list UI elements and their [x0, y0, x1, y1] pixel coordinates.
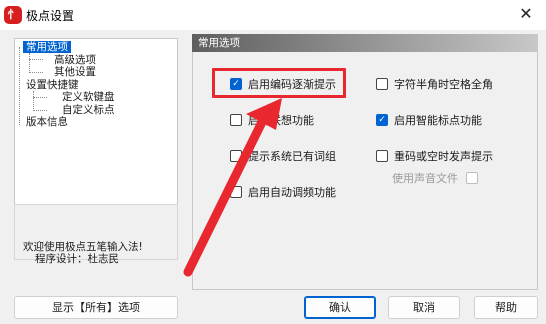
smart-punctuation-checkbox[interactable]: ✓ 启用智能标点功能 — [376, 112, 482, 128]
checkbox-icon — [230, 150, 242, 162]
author-text: 程序设计：杜志民 — [35, 253, 119, 265]
checkbox-label: 使用声音文件 — [392, 172, 458, 185]
annotation-highlight-box — [212, 68, 346, 98]
checkbox-icon — [230, 114, 242, 126]
app-icon: 忄 — [4, 6, 22, 24]
checkbox-label: 启用联想功能 — [248, 114, 314, 127]
sound-on-error-checkbox[interactable]: 重码或空时发声提示 — [376, 148, 493, 164]
checkbox-icon — [376, 78, 388, 90]
tree-item-label: 版本信息 — [26, 116, 68, 128]
help-button[interactable]: 帮助 — [474, 296, 538, 319]
checkbox-label: 字符半角时空格全角 — [394, 78, 493, 91]
checkbox-label: 启用自动调频功能 — [248, 186, 336, 199]
cancel-button[interactable]: 取消 — [388, 296, 460, 319]
ok-button[interactable]: 确认 — [304, 296, 376, 319]
use-sound-file-checkbox: 使用声音文件 — [392, 170, 484, 186]
checkbox-label: 重码或空时发声提示 — [394, 150, 493, 163]
tree-item-label: 其他设置 — [54, 66, 96, 78]
checkbox-icon — [466, 172, 478, 184]
checkbox-icon — [376, 150, 388, 162]
welcome-info-box: 欢迎使用极点五笔输入法! 程序设计：杜志民 — [14, 204, 178, 265]
checkbox-checked-icon: ✓ — [376, 114, 388, 126]
halfwidth-space-checkbox[interactable]: 字符半角时空格全角 — [376, 76, 493, 92]
checkbox-label: 提示系统已有词组 — [248, 150, 336, 163]
close-button[interactable]: ✕ — [506, 0, 546, 30]
tree-item-other-settings[interactable]: 其他设置 — [15, 66, 177, 79]
window-title: 极点设置 — [26, 9, 75, 23]
tree-item-common-options[interactable]: 常用选项 — [15, 41, 177, 54]
tree-item-hotkeys[interactable]: 设置快捷键 — [15, 79, 177, 92]
tree-item-custom-punctuation[interactable]: 自定义标点 — [15, 104, 177, 117]
panel-header: 常用选项 — [192, 34, 538, 52]
association-checkbox[interactable]: 启用联想功能 — [230, 112, 314, 128]
settings-tree: 常用选项 高级选项 其他设置 设置快捷键 定义软键盘 自定义标点 版本信息 — [14, 38, 178, 222]
tree-item-advanced-options[interactable]: 高级选项 — [15, 54, 177, 67]
show-all-options-button[interactable]: 显示【所有】选项 — [14, 296, 178, 319]
tree-item-label: 设置快捷键 — [26, 78, 79, 91]
checkbox-icon — [230, 186, 242, 198]
tree-item-soft-keyboard[interactable]: 定义软键盘 — [15, 91, 177, 104]
tree-item-label: 高级选项 — [54, 53, 96, 66]
tree-item-label: 定义软键盘 — [62, 91, 115, 103]
auto-frequency-checkbox[interactable]: 启用自动调频功能 — [230, 184, 336, 200]
tree-item-label: 常用选项 — [23, 41, 71, 53]
title-bar: 忄 极点设置 ✕ — [0, 0, 546, 30]
checkbox-label: 启用智能标点功能 — [394, 114, 482, 127]
hint-existing-phrases-checkbox[interactable]: 提示系统已有词组 — [230, 148, 336, 164]
tree-item-version-info[interactable]: 版本信息 — [15, 116, 177, 129]
tree-item-label: 自定义标点 — [62, 103, 115, 116]
